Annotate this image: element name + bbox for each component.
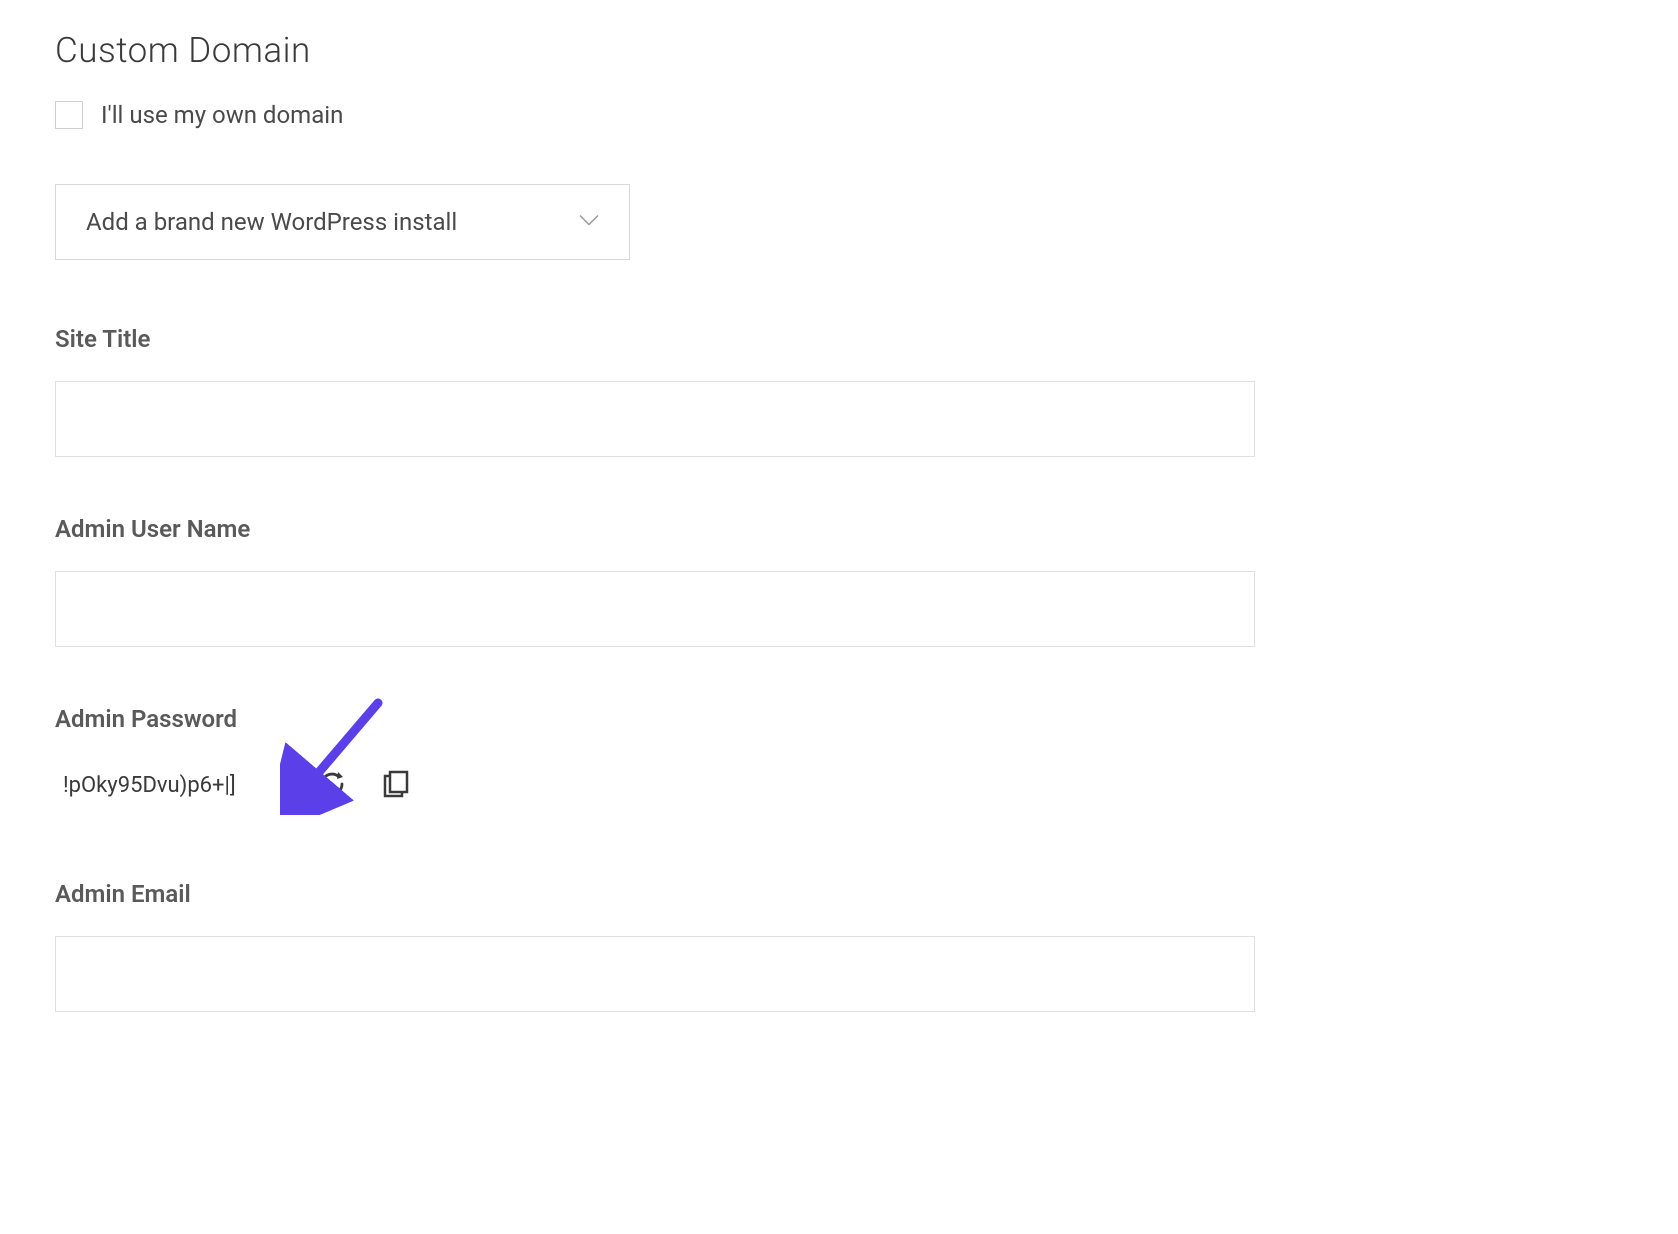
admin-email-label: Admin Email	[55, 880, 1255, 908]
site-title-field-group: Site Title	[55, 325, 1255, 457]
admin-password-field-group: Admin Password !pOky95Dvu)p6+|]	[55, 705, 1255, 810]
regenerate-password-button[interactable]	[314, 768, 350, 804]
admin-username-input[interactable]	[55, 571, 1255, 647]
custom-domain-checkbox-row: I'll use my own domain	[55, 101, 1255, 129]
site-title-input[interactable]	[55, 381, 1255, 457]
admin-password-value: !pOky95Dvu)p6+|]	[55, 761, 244, 810]
install-type-select[interactable]: Add a brand new WordPress install	[55, 184, 630, 260]
admin-username-field-group: Admin User Name	[55, 515, 1255, 647]
install-select-wrapper: Add a brand new WordPress install	[55, 184, 630, 260]
own-domain-checkbox[interactable]	[55, 101, 83, 129]
copy-password-button[interactable]	[378, 768, 414, 804]
password-actions	[314, 768, 414, 804]
install-type-select-value: Add a brand new WordPress install	[86, 208, 457, 236]
section-heading: Custom Domain	[55, 30, 1255, 71]
own-domain-checkbox-label: I'll use my own domain	[101, 101, 343, 129]
admin-password-label: Admin Password	[55, 705, 1255, 733]
admin-username-label: Admin User Name	[55, 515, 1255, 543]
admin-email-input[interactable]	[55, 936, 1255, 1012]
copy-icon	[380, 768, 412, 804]
site-title-label: Site Title	[55, 325, 1255, 353]
admin-email-field-group: Admin Email	[55, 880, 1255, 1012]
refresh-icon	[316, 768, 348, 804]
admin-password-row: !pOky95Dvu)p6+|]	[55, 761, 1255, 810]
